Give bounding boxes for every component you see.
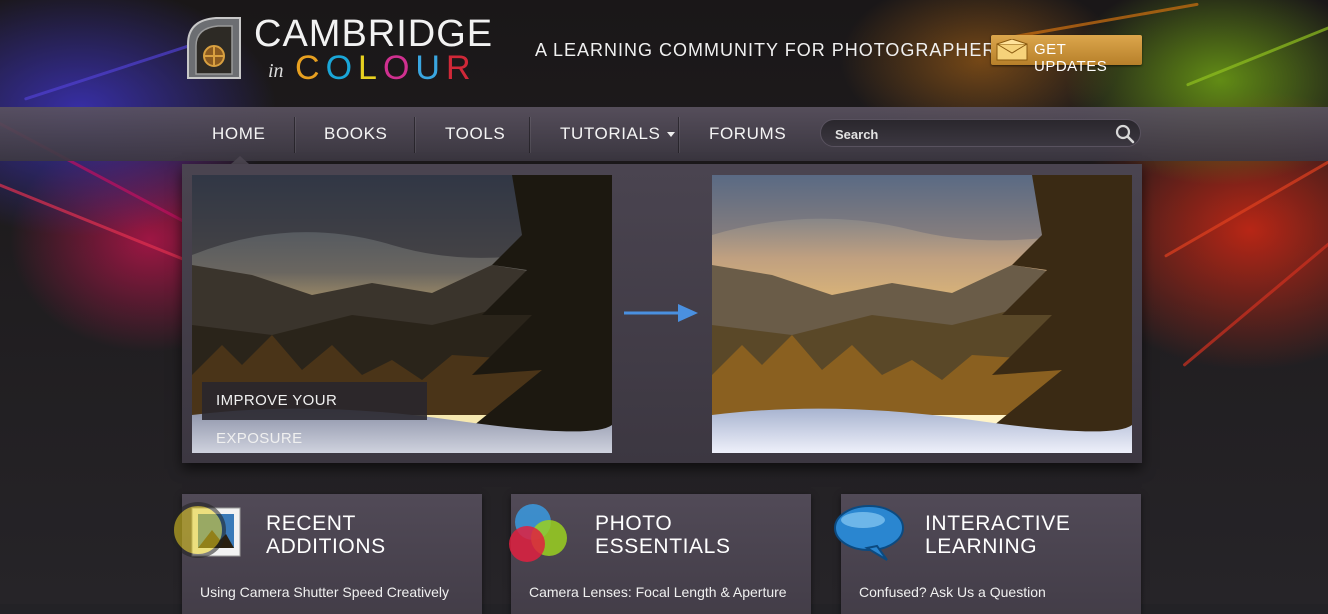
card-title-line: ESSENTIALS [595,535,731,558]
mountain-landscape-after-image [712,175,1132,453]
card-recent-additions[interactable]: RECENT ADDITIONS Using Camera Shutter Sp… [170,494,482,614]
window-arch-logo-icon [187,17,241,79]
logo-in-text: in [268,60,284,82]
color-circles-icon [509,504,567,562]
after-photo[interactable] [712,175,1132,453]
speech-bubble-icon [834,505,904,561]
active-nav-pointer [231,156,249,164]
envelope-icon [996,39,1028,61]
card-title-line: LEARNING [925,535,1038,558]
card-link[interactable]: Using Camera Shutter Speed Creatively [200,584,449,600]
right-arrow-icon [624,304,698,322]
caret-down-icon [666,132,675,138]
logo-colour-word: COLOUR [295,48,477,88]
nav-divider [294,117,295,153]
site-tagline: A LEARNING COMMUNITY FOR PHOTOGRAPHERS [535,40,1010,60]
slider-caption[interactable]: IMPROVE YOUR EXPOSURE [202,382,427,447]
nav-books[interactable]: BOOKS [324,124,387,144]
logo-colour-letter: O [382,49,416,87]
card-title-line: INTERACTIVE [925,512,1071,535]
nav-forums[interactable]: FORUMS [709,124,786,144]
logo-colour-letter: U [415,49,446,87]
card-photo-essentials[interactable]: PHOTO ESSENTIALS Camera Lenses: Focal Le… [509,494,811,614]
site-logo[interactable]: CAMBRIDGE in COLOUR [182,14,492,87]
card-title-line: RECENT [266,512,356,535]
card-link[interactable]: Confused? Ask Us a Question [859,584,1046,600]
card-title: PHOTO ESSENTIALS [595,512,731,558]
card-title-line: ADDITIONS [266,535,386,558]
nav-tutorials[interactable]: TUTORIALS [560,124,675,144]
card-title: RECENT ADDITIONS [266,512,386,558]
before-photo[interactable]: IMPROVE YOUR EXPOSURE [192,175,612,453]
search-input[interactable] [833,124,1107,144]
logo-colour-letter: R [445,49,477,87]
card-interactive-learning[interactable]: INTERACTIVE LEARNING Confused? Ask Us a … [834,494,1141,614]
photo-magnifier-icon [170,502,241,558]
nav-tutorials-label: TUTORIALS [560,124,661,143]
logo-colour-letter: O [325,49,359,87]
get-updates-button[interactable]: GET UPDATES [991,35,1142,75]
get-updates-label: GET UPDATES [1034,41,1108,75]
nav-home[interactable]: HOME [212,124,265,144]
card-title: INTERACTIVE LEARNING [925,512,1070,558]
search-box [820,119,1141,147]
logo-colour-letter: C [295,49,326,87]
nav-divider [529,117,530,153]
nav-divider [678,117,679,153]
search-icon[interactable] [1114,123,1136,145]
nav-divider [414,117,415,153]
nav-tools[interactable]: TOOLS [445,124,505,144]
logo-colour-letter: L [358,49,383,87]
card-link[interactable]: Camera Lenses: Focal Length & Aperture [529,584,787,600]
featured-slider: IMPROVE YOUR EXPOSURE [182,164,1142,463]
card-title-line: PHOTO [595,512,673,535]
